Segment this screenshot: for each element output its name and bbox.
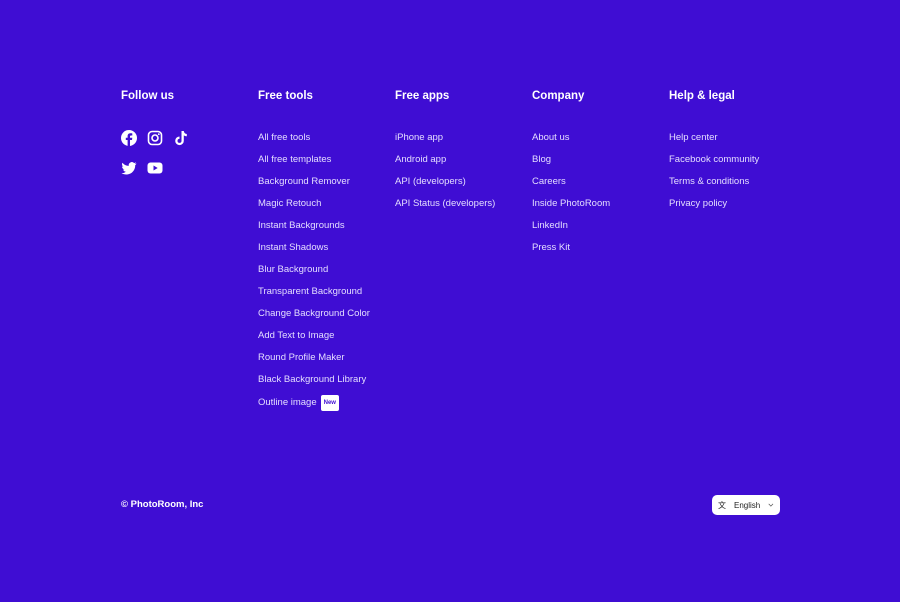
section-title: Help & legal (669, 89, 806, 103)
footer-link[interactable]: Magic Retouch (258, 197, 395, 219)
footer-link[interactable]: API Status (developers) (395, 197, 532, 219)
footer-link[interactable]: API (developers) (395, 175, 532, 197)
footer-link[interactable]: LinkedIn (532, 219, 669, 241)
translate-icon: 文 (718, 500, 726, 511)
follow-us-section: Follow us (121, 89, 258, 176)
footer-link[interactable]: Blog (532, 153, 669, 175)
section-title: Free tools (258, 89, 395, 103)
youtube-icon[interactable] (147, 160, 163, 176)
free-tools-section: Free tools All free tools All free templ… (258, 89, 395, 417)
footer-link[interactable]: Inside PhotoRoom (532, 197, 669, 219)
footer-link[interactable]: Round Profile Maker (258, 351, 395, 373)
footer-link[interactable]: Transparent Background (258, 285, 395, 307)
footer-link[interactable]: Instant Shadows (258, 241, 395, 263)
tiktok-icon[interactable] (173, 130, 189, 146)
footer-link[interactable]: Android app (395, 153, 532, 175)
free-apps-section: Free apps iPhone app Android app API (de… (395, 89, 532, 219)
help-legal-section: Help & legal Help center Facebook commun… (669, 89, 806, 219)
footer-link[interactable]: Black Background Library (258, 373, 395, 395)
section-title: Company (532, 89, 669, 103)
footer-link[interactable]: Careers (532, 175, 669, 197)
footer-link[interactable]: Privacy policy (669, 197, 806, 219)
footer-link[interactable]: Background Remover (258, 175, 395, 197)
link-label: Outline image (258, 397, 317, 408)
footer-link[interactable]: iPhone app (395, 131, 532, 153)
chevron-down-icon (768, 502, 774, 508)
footer-link-outline-image[interactable]: Outline image New (258, 395, 395, 417)
footer-link[interactable]: Change Background Color (258, 307, 395, 329)
footer-link[interactable]: All free templates (258, 153, 395, 175)
instagram-icon[interactable] (147, 130, 163, 146)
new-badge: New (321, 395, 339, 411)
footer-link[interactable]: Blur Background (258, 263, 395, 285)
footer-link[interactable]: Add Text to Image (258, 329, 395, 351)
footer-link[interactable]: Facebook community (669, 153, 806, 175)
footer-link[interactable]: Terms & conditions (669, 175, 806, 197)
language-label: English (734, 501, 760, 510)
footer-link[interactable]: Press Kit (532, 241, 669, 263)
company-section: Company About us Blog Careers Inside Pho… (532, 89, 669, 263)
language-selector[interactable]: 文 English (712, 495, 780, 515)
facebook-icon[interactable] (121, 130, 137, 146)
footer-link[interactable]: Help center (669, 131, 806, 153)
footer-link[interactable]: About us (532, 131, 669, 153)
section-title: Free apps (395, 89, 532, 103)
footer-link[interactable]: All free tools (258, 131, 395, 153)
footer-link[interactable]: Instant Backgrounds (258, 219, 395, 241)
copyright: © PhotoRoom, Inc (121, 499, 203, 510)
section-title: Follow us (121, 89, 258, 103)
twitter-icon[interactable] (121, 160, 137, 176)
